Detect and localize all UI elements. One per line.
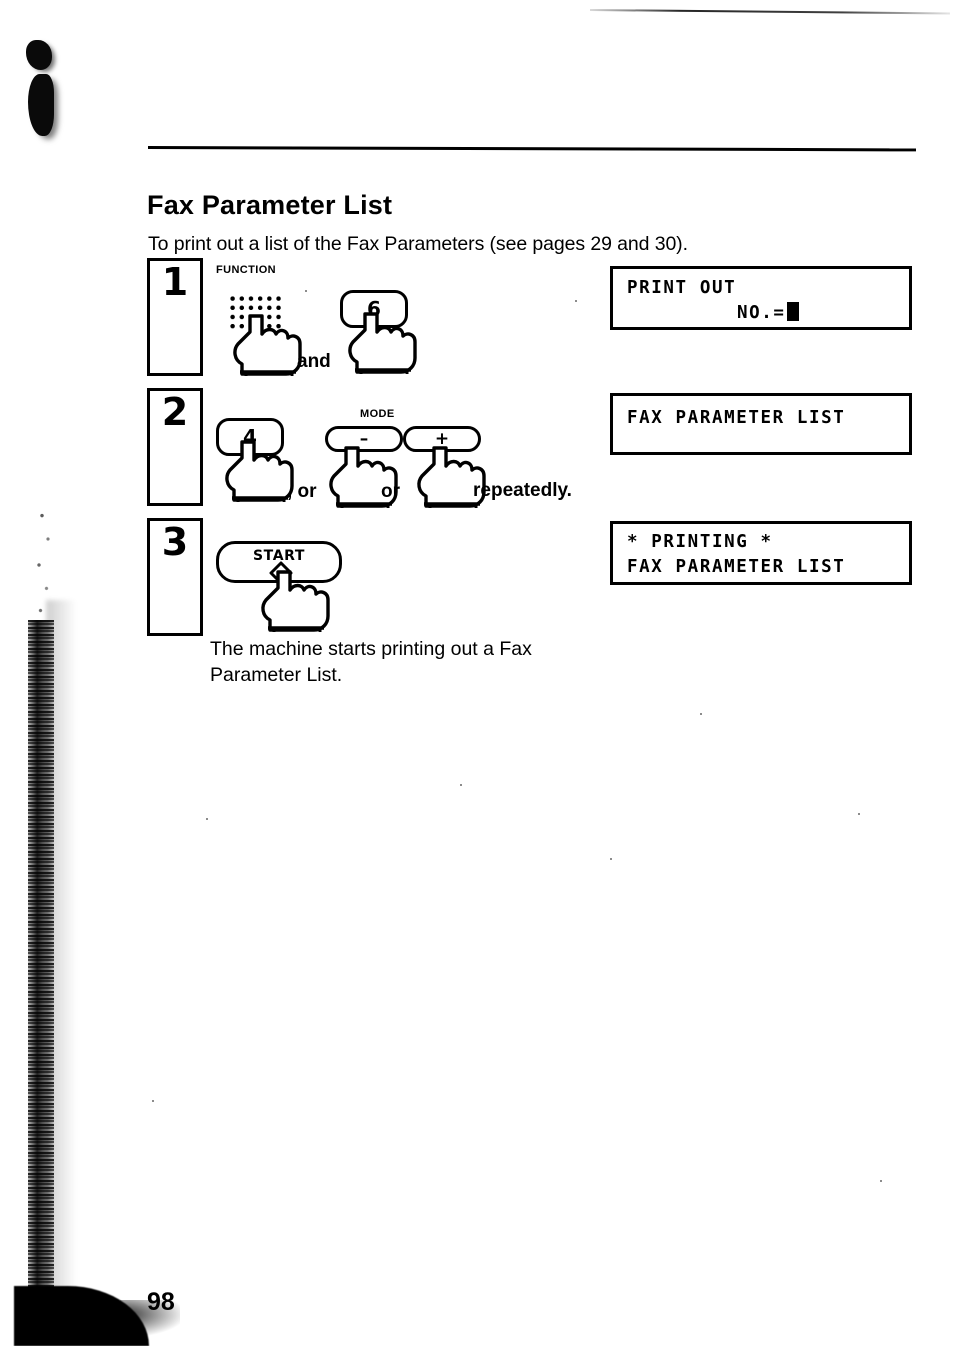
dust-speck xyxy=(880,1180,882,1182)
step-number-2: 2 xyxy=(161,390,189,434)
lcd-cursor-block xyxy=(786,302,799,321)
lcd-3-line-2: FAX PARAMETER LIST xyxy=(627,557,846,577)
step-number-box-1: 1 xyxy=(147,258,203,376)
scan-artifact-smudge-upper xyxy=(26,40,52,70)
scan-artifact-edge-band xyxy=(28,620,54,1290)
hand-pointer-key-6 xyxy=(348,312,417,374)
dust-speck xyxy=(575,300,577,302)
lcd-1-line-2-text: NO.= xyxy=(737,303,786,323)
step-2-trailing-text: repeatedly. xyxy=(473,480,572,501)
step-number-1: 1 xyxy=(161,260,189,304)
scan-artifact-top-line xyxy=(589,9,950,15)
hand-pointer-start-button xyxy=(261,570,330,632)
dust-speck xyxy=(460,784,462,786)
step-3-note-line-1: The machine starts printing out a Fax xyxy=(210,638,532,660)
step-2-connector-text-1: , or xyxy=(287,481,317,502)
mode-key-label: MODE xyxy=(360,408,395,420)
page-subtitle: To print out a list of the Fax Parameter… xyxy=(148,232,688,255)
lcd-display-3: * PRINTING * FAX PARAMETER LIST xyxy=(610,521,912,585)
dust-speck xyxy=(152,1100,154,1102)
lcd-2-line-1: FAX PARAMETER LIST xyxy=(627,408,846,428)
scan-artifact-smudge-lower xyxy=(28,74,54,136)
dust-speck xyxy=(305,290,307,292)
function-key-label: FUNCTION xyxy=(216,264,277,276)
step-1-connector-text: and xyxy=(297,351,331,372)
lcd-1-line-2: NO.= xyxy=(737,302,799,323)
lcd-1-line-1: PRINT OUT xyxy=(627,278,737,298)
lcd-display-2: FAX PARAMETER LIST xyxy=(610,393,912,455)
lcd-display-1: PRINT OUT NO.= xyxy=(610,266,912,330)
step-3-note-line-2: Parameter List. xyxy=(210,664,343,686)
header-divider xyxy=(147,146,917,152)
dust-speck xyxy=(700,713,702,715)
page-title: Fax Parameter List xyxy=(147,190,393,221)
dust-speck xyxy=(610,858,612,860)
dust-speck xyxy=(206,818,208,820)
step-2-connector-text-2: or xyxy=(381,481,400,502)
dust-speck xyxy=(858,813,860,815)
step-number-3: 3 xyxy=(161,520,189,564)
step-number-box-2: 2 xyxy=(147,388,203,506)
page-number: 98 xyxy=(147,1288,175,1316)
step-number-box-3: 3 xyxy=(147,518,203,636)
lcd-3-line-1: * PRINTING * xyxy=(627,532,773,552)
